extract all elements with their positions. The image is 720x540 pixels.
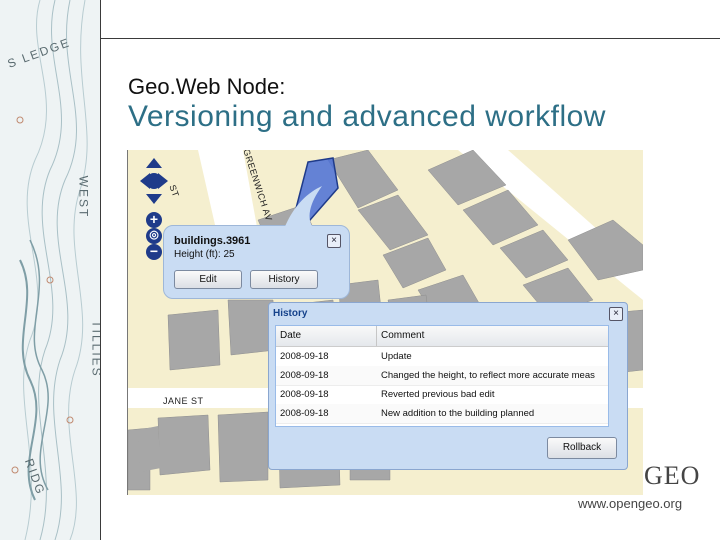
close-icon[interactable]: ×: [609, 307, 623, 321]
row-date: 2008-09-18: [280, 370, 329, 381]
row-comment: Changed the height, to reflect more accu…: [381, 370, 595, 381]
table-row[interactable]: 2008-09-18 New addition to the building …: [276, 404, 608, 424]
slide-title: Versioning and advanced workflow: [128, 100, 606, 133]
row-comment: Update: [381, 351, 412, 362]
street-label: JANE ST: [163, 396, 204, 406]
column-header-date[interactable]: Date: [276, 326, 376, 346]
zoom-in-icon[interactable]: +: [146, 212, 162, 228]
divider: [100, 0, 101, 540]
column-header-comment[interactable]: Comment: [377, 326, 607, 346]
slide-subtitle: Geo.Web Node:: [128, 74, 286, 99]
feature-popup: buildings.3961 Height (ft): 25 × Edit Hi…: [163, 186, 350, 299]
row-comment: Reverted previous bad edit: [381, 389, 495, 400]
history-title: History: [273, 308, 308, 319]
history-window: History × Date Comment 2008-09-18 Update…: [268, 302, 628, 470]
feature-height: Height (ft): 25: [174, 249, 235, 260]
feature-id: buildings.3961: [174, 235, 251, 247]
table-row[interactable]: 2008-09-18 Reverted previous bad edit: [276, 385, 608, 405]
zoom-out-icon[interactable]: −: [146, 244, 162, 260]
close-icon[interactable]: ×: [327, 234, 341, 248]
opengeo-logo: GEO: [644, 461, 701, 490]
grid-header: Date Comment: [276, 326, 608, 347]
topo-map-decoration: S LEDGE WEST TILLIES RIDG: [0, 0, 100, 540]
table-row[interactable]: 2008-09-18 Changed the height, to reflec…: [276, 366, 608, 386]
divider: [100, 38, 720, 39]
rollback-button[interactable]: Rollback: [547, 437, 617, 459]
row-comment: New addition to the building planned: [381, 408, 535, 419]
row-date: 2008-09-18: [280, 389, 329, 400]
table-row[interactable]: 2008-09-18 Update: [276, 347, 608, 367]
edit-button[interactable]: Edit: [174, 270, 242, 289]
history-grid: Date Comment 2008-09-18 Update 2008-09-1…: [275, 325, 609, 427]
row-date: 2008-09-18: [280, 351, 329, 362]
row-date: 2008-09-18: [280, 408, 329, 419]
topo-label: TILLIES: [89, 320, 100, 378]
topo-label: WEST: [76, 175, 91, 219]
globe-icon[interactable]: ◎: [146, 228, 162, 244]
history-button[interactable]: History: [250, 270, 318, 289]
logo-url: www.opengeo.org: [578, 496, 683, 511]
pan-control[interactable]: [138, 156, 170, 206]
